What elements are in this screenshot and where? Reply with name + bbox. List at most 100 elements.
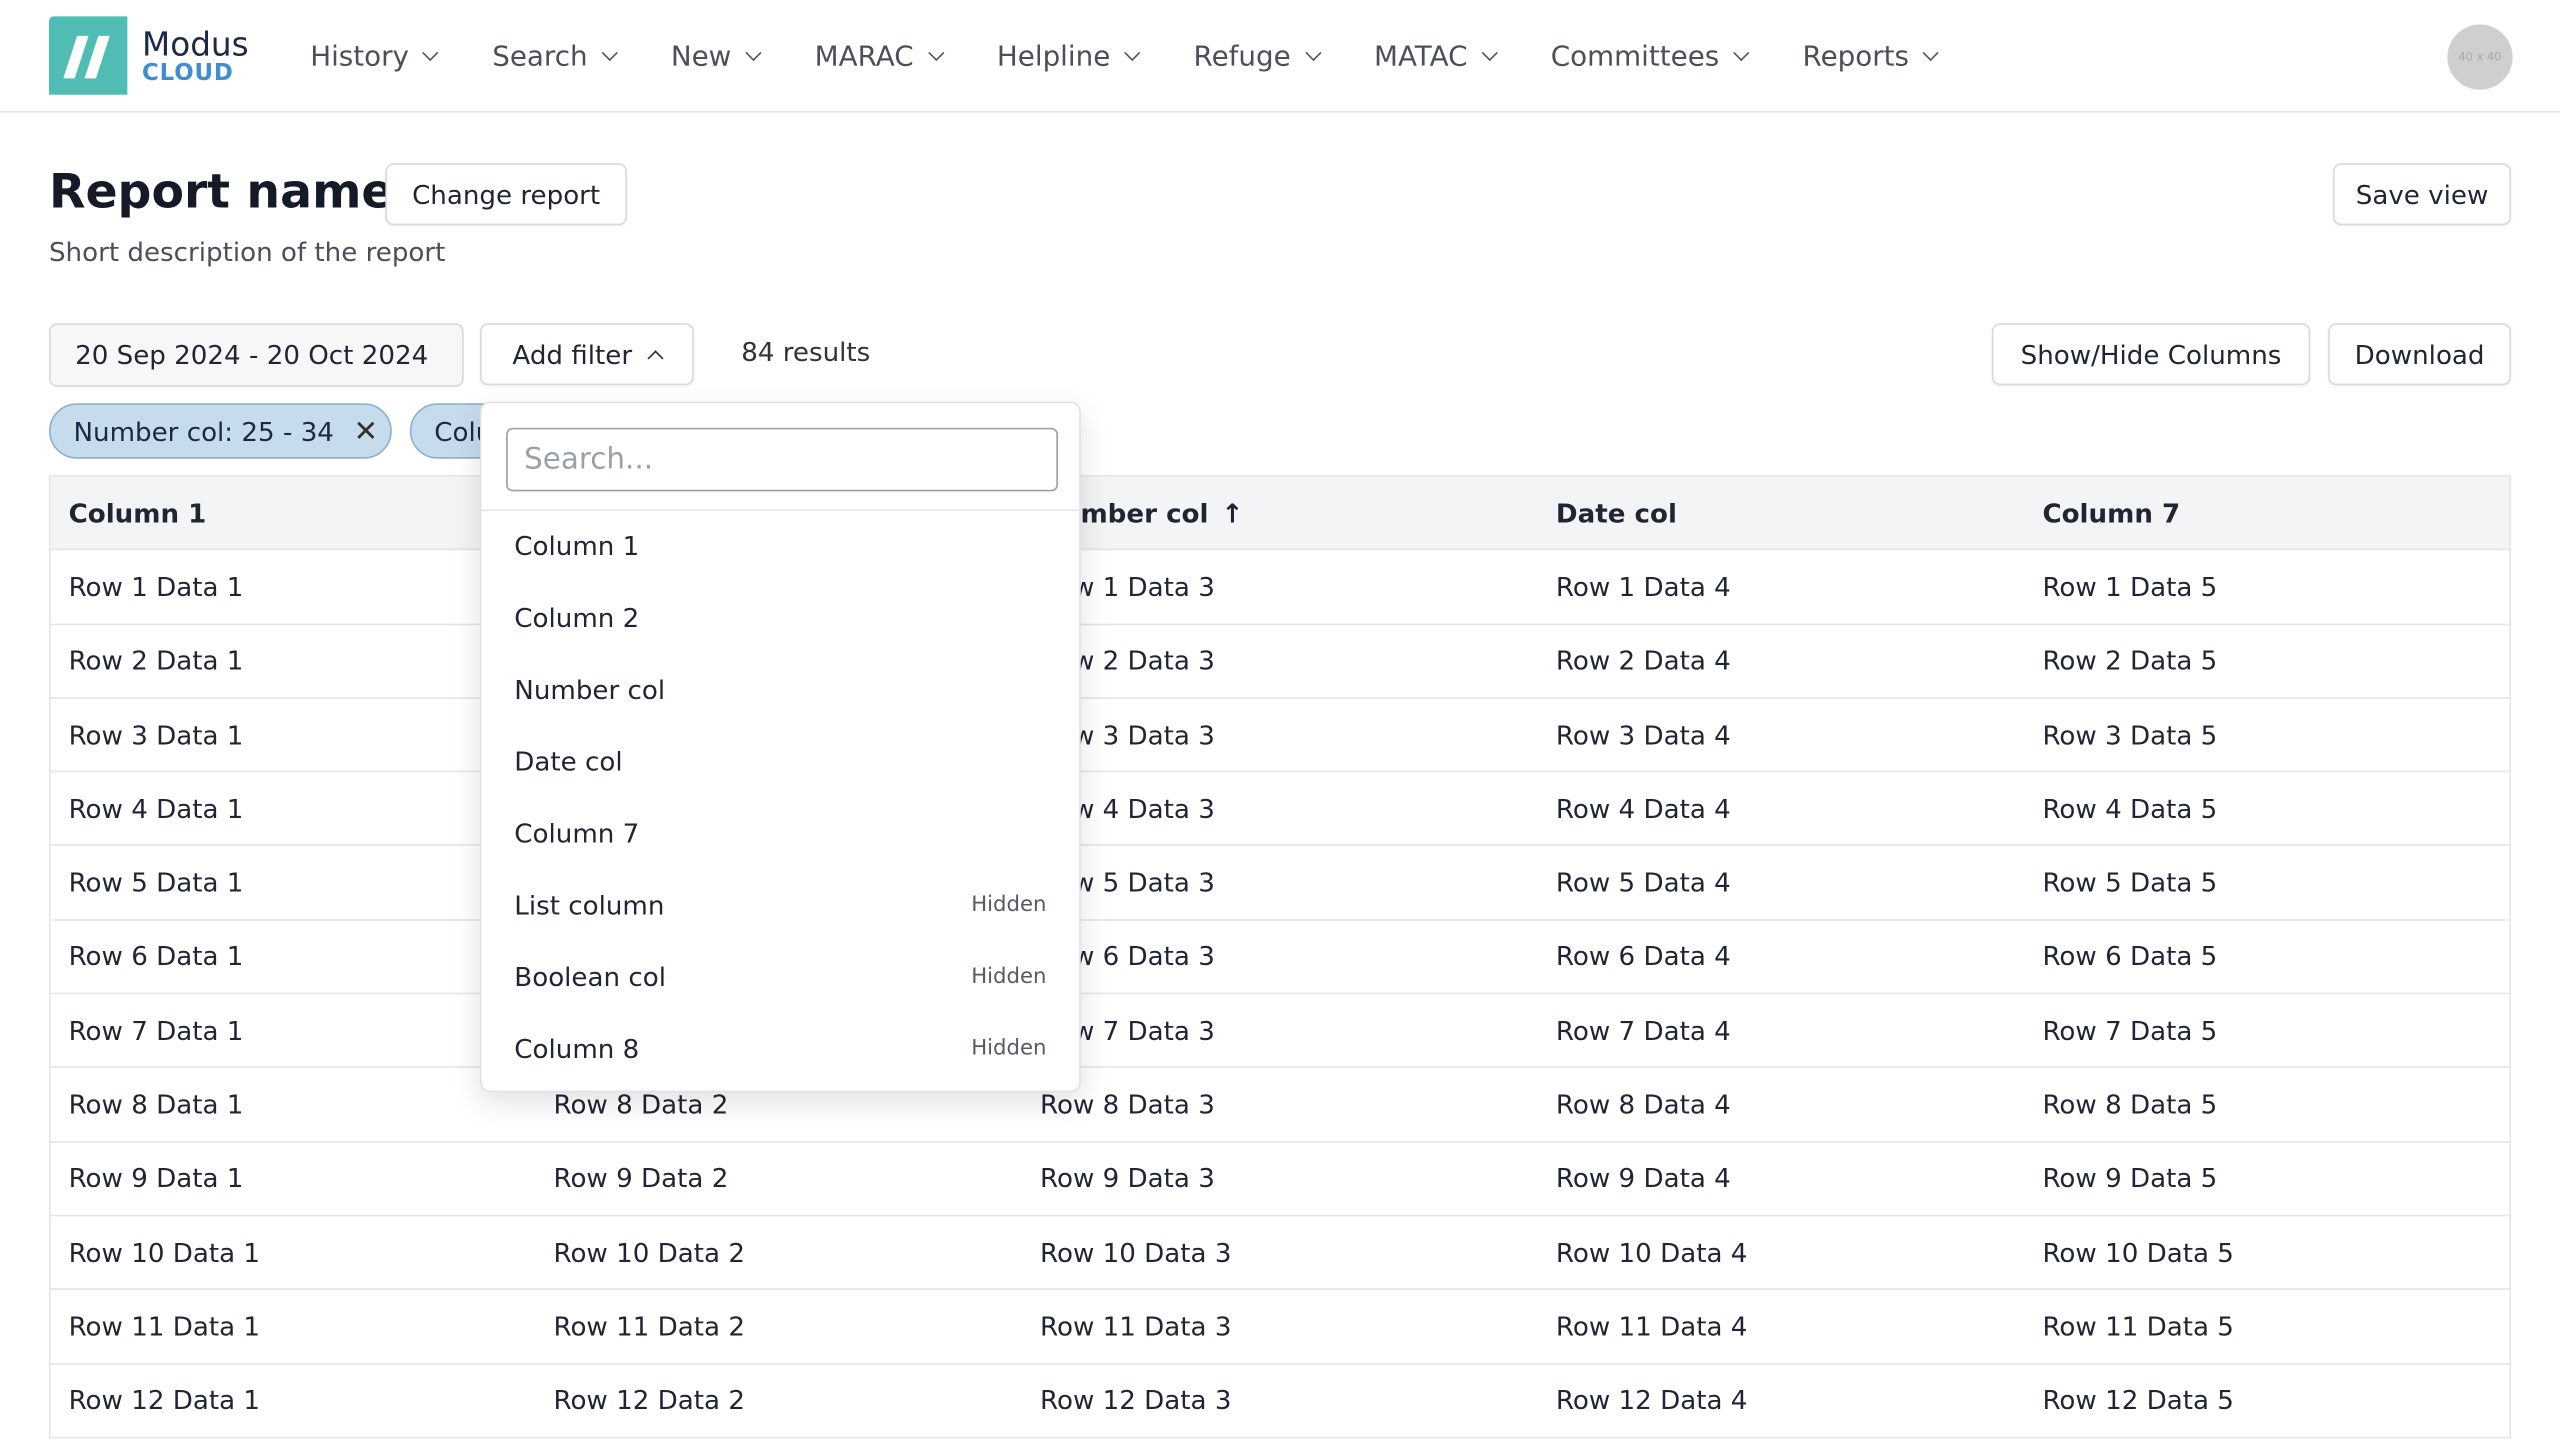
chevron-down-icon xyxy=(1124,44,1141,62)
filter-option[interactable]: Boolean col Hidden xyxy=(482,940,1080,1012)
results-count: 84 results xyxy=(741,336,871,368)
nav-item-label: New xyxy=(670,39,732,73)
nav-item-committees[interactable]: Committees xyxy=(1550,39,1750,73)
filter-option[interactable]: Column 8 Hidden xyxy=(482,1012,1080,1084)
table-row[interactable]: Row 9 Data 1 Row 9 Data 2 Row 9 Data 3 Row … xyxy=(50,1142,2510,1217)
report-table: Column 1 Column 2 Number col ↑ Date col Colum… xyxy=(48,475,2512,1439)
table-cell: Row 12 Data 5 xyxy=(2042,1384,2234,1416)
hidden-badge: Hidden xyxy=(971,892,1047,917)
chevron-up-icon xyxy=(647,349,664,366)
table-cell: Row 10 Data 2 xyxy=(553,1236,745,1268)
nav-item-refuge[interactable]: Refuge xyxy=(1194,40,1321,73)
table-row[interactable]: Row 2 Data 1Row 2 Data 2Row 2 Data 3Row … xyxy=(50,625,2510,699)
nav-item-search[interactable]: Search xyxy=(492,39,618,73)
filter-chip-label: Number col: 25 - 34 xyxy=(73,415,334,447)
table-cell: Row 11 Data 2 xyxy=(553,1310,745,1342)
table-cell: Row 3 Data 1 xyxy=(68,719,244,751)
column-header[interactable]: Column 1 xyxy=(69,477,207,549)
table-cell: Row 9 Data 4 xyxy=(1555,1162,1731,1194)
table-cell: Row 2 Data 5 xyxy=(2042,645,2218,677)
filter-option[interactable]: Column 7 xyxy=(482,797,1080,869)
nav-item-label: Helpline xyxy=(996,39,1111,73)
chevron-down-icon xyxy=(1304,44,1321,62)
column-header-label: Column 1 xyxy=(68,497,207,529)
chevron-down-icon xyxy=(1922,44,1940,62)
table-cell: Row 11 Data 3 xyxy=(1039,1310,1232,1342)
nav-item-helpline[interactable]: Helpline xyxy=(996,39,1141,73)
filter-option-label: List column xyxy=(514,888,665,920)
filter-chip[interactable]: Number col: 25 - 34 ✕ xyxy=(48,403,392,459)
nav-item-label: Search xyxy=(492,39,588,73)
nav-item-history[interactable]: History xyxy=(310,40,440,73)
chevron-down-icon xyxy=(745,44,762,62)
table-row[interactable]: Row 3 Data 1Row 3 Data 2Row 3 Data 3Row … xyxy=(50,699,2510,773)
nav-item-reports[interactable]: Reports xyxy=(1803,40,1940,73)
chevron-down-icon xyxy=(1481,44,1498,62)
column-header-label: Date col xyxy=(1555,497,1677,529)
close-icon[interactable]: ✕ xyxy=(354,414,379,448)
filter-option[interactable]: Column 1 xyxy=(482,509,1080,581)
filter-option-label: Column 8 xyxy=(514,1032,640,1064)
save-view-button[interactable]: Save view xyxy=(2333,163,2512,226)
table-cell: Row 11 Data 4 xyxy=(1555,1310,1748,1342)
table-row[interactable]: Row 11 Data 1 Row 11 Data 2 Row 11 Data 3 R… xyxy=(50,1290,2510,1365)
filter-option-label: Column 2 xyxy=(514,601,640,633)
table-cell: Row 11 Data 1 xyxy=(68,1310,261,1342)
table-cell: Row 4 Data 1 xyxy=(68,793,244,825)
table-row[interactable]: Row 7 Data 1Row 7 Data 2Row 7 Data 3Row … xyxy=(50,994,2510,1069)
nav-item-marac[interactable]: MARAC xyxy=(814,39,944,73)
filter-option-label: Boolean col xyxy=(514,960,666,992)
filter-option[interactable]: Number col xyxy=(482,653,1080,725)
date-range-picker[interactable]: 20 Sep 2024 - 20 Oct 2024 xyxy=(48,323,464,387)
report-description: Short description of the report xyxy=(48,236,446,268)
table-cell: Row 4 Data 4 xyxy=(1555,793,1731,825)
table-cell: Row 7 Data 5 xyxy=(2042,1015,2218,1047)
table-row[interactable]: Row 10 Data 1 Row 10 Data 2 Row 10 Data 3 R… xyxy=(50,1216,2510,1291)
filter-search-input[interactable] xyxy=(506,427,1058,492)
table-cell: Row 12 Data 4 xyxy=(1555,1384,1748,1416)
chevron-down-icon xyxy=(927,44,944,62)
table-cell: Row 4 Data 5 xyxy=(2042,793,2218,825)
logo-sub: CLOUD xyxy=(142,59,234,86)
table-row[interactable]: Row 5 Data 1Row 5 Data 2Row 5 Data 3Row … xyxy=(50,847,2510,921)
add-filter-dropdown: Column 1 Column 2 Number col Date col Column… xyxy=(479,401,1081,1093)
table-row[interactable]: Row 1 Data 1Row 1 Data 2Row 1 Data 3Row … xyxy=(50,551,2510,625)
table-cell: Row 9 Data 1 xyxy=(68,1162,244,1194)
table-row[interactable]: Row 6 Data 1Row 6 Data 2Row 6 Data 3Row … xyxy=(50,920,2510,995)
table-cell: Row 7 Data 4 xyxy=(1555,1015,1731,1047)
chevron-down-icon xyxy=(422,44,440,62)
table-cell: Row 5 Data 1 xyxy=(68,867,244,899)
table-cell: Row 8 Data 1 xyxy=(68,1089,244,1121)
table-cell: Row 12 Data 2 xyxy=(553,1384,745,1416)
table-row[interactable]: Row 12 Data 1 Row 12 Data 2 Row 12 Data 3 R… xyxy=(50,1364,2510,1439)
nav-item-new[interactable]: New xyxy=(670,39,762,73)
add-filter-button[interactable]: Add filter xyxy=(479,323,694,386)
chevron-down-icon xyxy=(601,44,618,62)
avatar[interactable]: 40 x 40 xyxy=(2447,24,2513,90)
table-cell: Row 10 Data 5 xyxy=(2042,1236,2234,1268)
nav-item-label: Committees xyxy=(1550,39,1720,73)
show-hide-columns-button[interactable]: Show/Hide Columns xyxy=(1991,323,2311,386)
column-header[interactable]: Column 7 xyxy=(2042,477,2180,549)
table-row[interactable]: Row 8 Data 1 Row 8 Data 2 Row 8 Data 3 Row … xyxy=(50,1068,2510,1143)
table-cell: Row 12 Data 3 xyxy=(1039,1384,1232,1416)
main-menu: History Search New MARAC Helpline Refuge MATAC… xyxy=(310,0,1992,113)
filter-option[interactable]: List column Hidden xyxy=(482,869,1080,941)
logo[interactable]: Modus CLOUD xyxy=(48,16,249,95)
filter-option-label: Number col xyxy=(514,673,666,705)
change-report-button[interactable]: Change report xyxy=(385,163,627,226)
table-cell: Row 3 Data 4 xyxy=(1555,719,1731,751)
table-row[interactable]: Row 4 Data 1Row 4 Data 2Row 4 Data 3Row … xyxy=(50,773,2510,847)
filter-option[interactable]: Date col xyxy=(482,725,1080,797)
table-cell: Row 10 Data 1 xyxy=(68,1236,261,1268)
table-cell: Row 1 Data 5 xyxy=(2042,571,2218,603)
filter-option[interactable]: Column 2 xyxy=(482,581,1080,653)
download-button[interactable]: Download xyxy=(2328,323,2512,386)
table-cell: Row 1 Data 1 xyxy=(68,571,244,603)
table-cell: Row 7 Data 1 xyxy=(68,1015,244,1047)
column-header-label: Column 7 xyxy=(2042,497,2181,529)
nav-item-label: MARAC xyxy=(814,39,914,73)
table-cell: Row 12 Data 1 xyxy=(68,1384,261,1416)
nav-item-matac[interactable]: MATAC xyxy=(1374,40,1498,73)
column-header[interactable]: Date col xyxy=(1556,477,1677,549)
